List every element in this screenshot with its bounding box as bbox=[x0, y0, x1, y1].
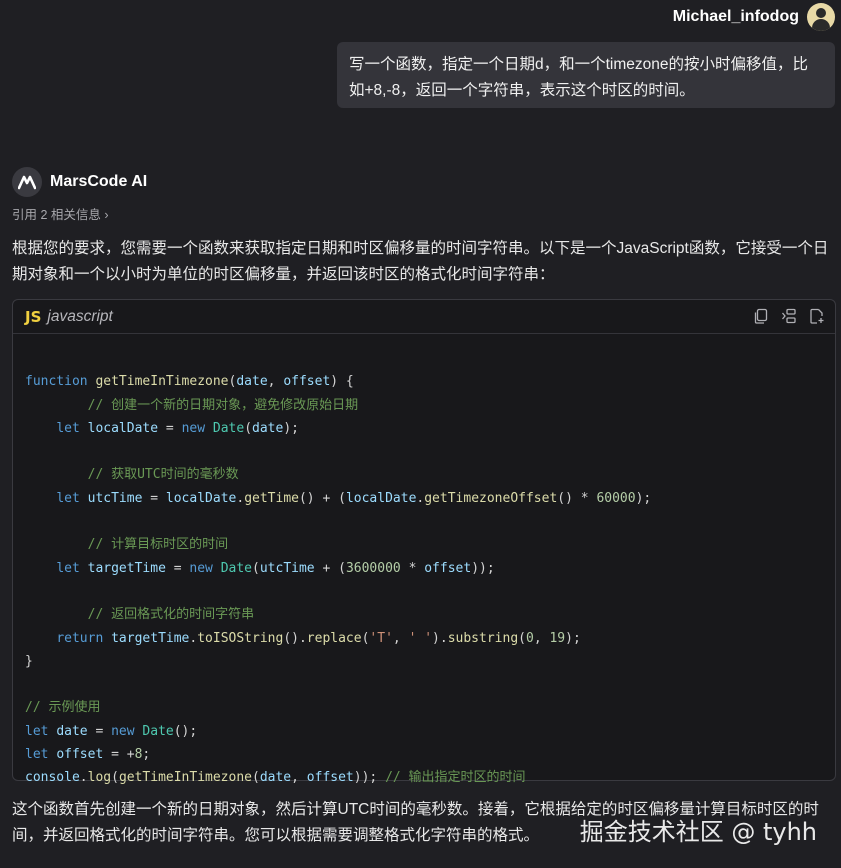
code-line: // 返回格式化的时间字符串 bbox=[56, 607, 255, 623]
code-line: let localDate = new Date(date); bbox=[56, 420, 299, 436]
code-line: // 创建一个新的日期对象，避免修改原始日期 bbox=[56, 397, 359, 413]
ai-intro-text: 根据您的要求，您需要一个函数来获取指定日期和时区偏移量的时间字符串。以下是一个J… bbox=[12, 240, 829, 283]
references-label: 引用 2 相关信息 bbox=[12, 208, 101, 222]
code-line: function getTimeInTimezone(date, offset)… bbox=[25, 374, 354, 390]
references-link[interactable]: 引用 2 相关信息 › bbox=[12, 204, 109, 223]
new-file-icon[interactable] bbox=[809, 308, 825, 324]
ai-header: MarsCode AI bbox=[12, 167, 147, 197]
watermark: 掘金技术社区 @ tyhh bbox=[579, 818, 817, 846]
ai-name: MarsCode AI bbox=[50, 173, 148, 190]
code-actions bbox=[753, 308, 825, 324]
code-line: // 计算目标时区的时间 bbox=[56, 537, 229, 553]
code-line: // 获取UTC时间的毫秒数 bbox=[56, 467, 239, 483]
code-language-label: javascript bbox=[47, 307, 113, 325]
code-line: } bbox=[25, 653, 33, 669]
user-avatar-icon[interactable] bbox=[807, 3, 835, 31]
user-message: 写一个函数，指定一个日期d，和一个timezone的按小时偏移值，比如+8,-8… bbox=[337, 42, 835, 108]
insert-icon[interactable] bbox=[781, 308, 797, 324]
code-block-header: JS javascript bbox=[13, 300, 835, 334]
code-line: let targetTime = new Date(utcTime + (360… bbox=[56, 560, 495, 576]
code-content: function getTimeInTimezone(date, offset)… bbox=[13, 334, 835, 836]
code-line: let utcTime = localDate.getTime() + (loc… bbox=[56, 490, 652, 506]
user-name: Michael_infodog bbox=[672, 8, 799, 25]
code-line: return targetTime.toISOString().replace(… bbox=[56, 630, 581, 646]
code-line: console.log(getTimeInTimezone(date, offs… bbox=[25, 770, 526, 786]
code-line: let offset = +8; bbox=[25, 747, 151, 763]
code-block: JS javascript function getTimeInTimezone… bbox=[12, 299, 836, 785]
copy-icon[interactable] bbox=[753, 308, 769, 324]
code-line: let date = new Date(); bbox=[25, 723, 198, 739]
marscode-logo-icon bbox=[12, 167, 42, 197]
chevron-right-icon: › bbox=[104, 208, 109, 222]
code-line: // 示例使用 bbox=[25, 700, 101, 716]
javascript-icon: JS bbox=[25, 307, 42, 326]
user-header: Michael_infodog bbox=[673, 3, 835, 31]
